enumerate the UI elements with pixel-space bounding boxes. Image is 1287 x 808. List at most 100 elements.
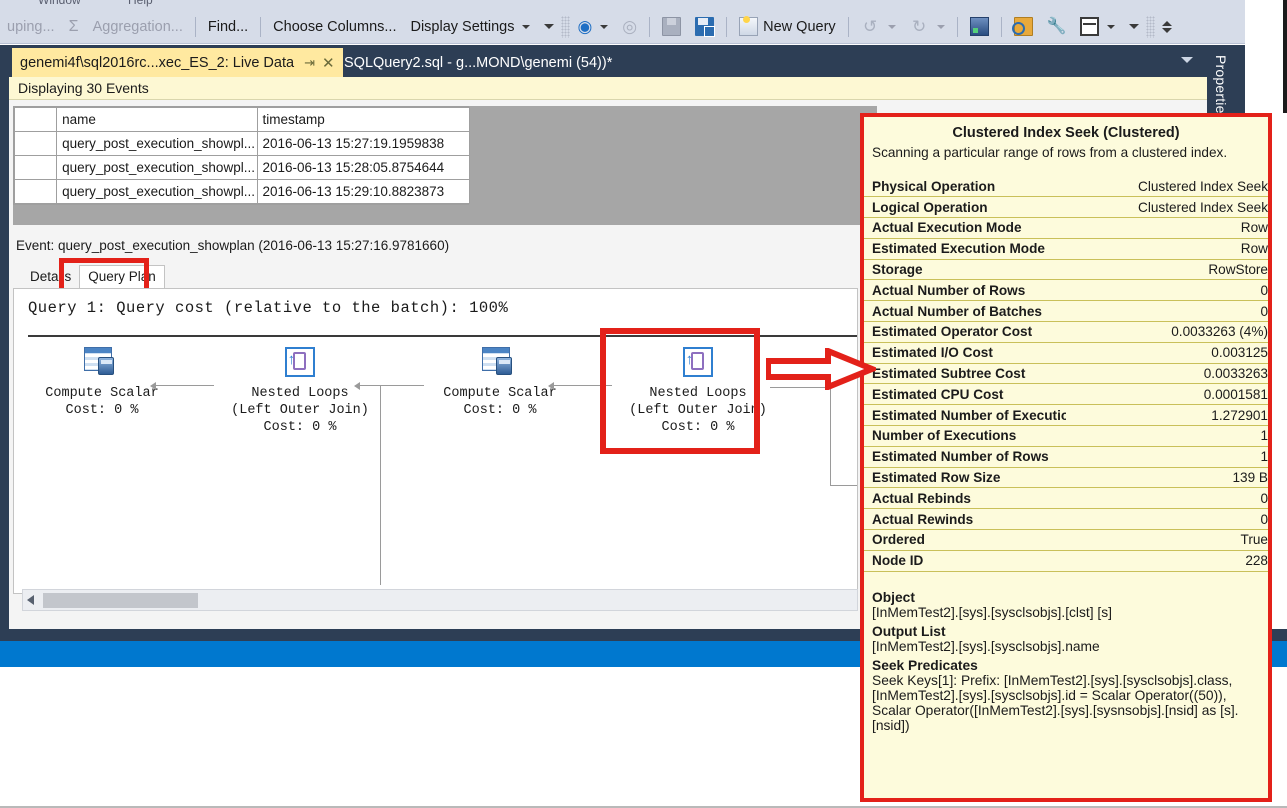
row-selector[interactable] [15,132,57,156]
chevron-down-icon [522,25,530,29]
tooltip-title: Clustered Index Seek (Clustered) [864,123,1268,144]
tooltip-property-row: Estimated Number of Rows1 [864,446,1268,467]
plan-connector-arrow [548,382,554,390]
toolbar-expand[interactable] [1155,21,1179,33]
plan-operator-compute-scalar-1[interactable]: Compute Scalar Cost: 0 % [22,347,182,419]
operator-cost: Cost: 0 % [210,419,390,436]
save-all-icon [695,17,714,36]
cell-name[interactable]: query_post_execution_showpl... [57,180,257,204]
new-query-button[interactable]: New Query [732,11,843,43]
tab-details[interactable]: Details [22,266,79,288]
property-key: Estimated Number of Rows [864,446,1066,467]
save-button[interactable] [655,17,688,36]
detail-tabs: Details Query Plan [22,262,165,288]
operator-subtitle: (Left Outer Join) [608,402,788,419]
new-query-label: New Query [763,11,836,43]
property-value: 0.0033263 (4%) [1066,322,1268,343]
tooltip-property-row: Node ID228 [864,550,1268,571]
overflow-icon-2 [1129,24,1139,29]
plan-operator-nested-loops-2[interactable]: ↑ Nested Loops (Left Outer Join) Cost: 0… [608,347,788,436]
tooltip-property-row: OrderedTrue [864,530,1268,551]
property-key: Estimated I/O Cost [864,342,1066,363]
events-grid[interactable]: name timestamp query_post_execution_show… [13,106,469,205]
show-plan-button[interactable] [963,17,996,36]
compute-scalar-icon [482,347,518,379]
table-row[interactable]: query_post_execution_showpl... 2016-06-1… [15,132,470,156]
cell-timestamp[interactable]: 2016-06-13 15:28:05.8754644 [257,156,469,180]
choose-columns-button[interactable]: Choose Columns... [266,11,403,43]
close-icon[interactable]: ✕ [322,54,335,72]
stop-button[interactable]: ◎ [615,17,644,36]
open-folder-button[interactable] [1007,17,1040,36]
tooltip-property-row: StorageRowStore [864,259,1268,280]
display-settings-button[interactable]: Display Settings [403,11,537,43]
aggregation-button[interactable]: Σ Aggregation... [62,11,190,43]
plan-connector [380,385,381,585]
table-row[interactable]: query_post_execution_showpl... 2016-06-1… [15,180,470,204]
plan-operator-nested-loops-1[interactable]: ↑ Nested Loops (Left Outer Join) Cost: 0… [210,347,390,436]
query-plan-canvas[interactable]: Query 1: Query cost (relative to the bat… [13,288,858,594]
menu-item-help[interactable]: Help [128,0,153,7]
property-key: Number of Executions [864,426,1066,447]
plan-connector [154,385,214,386]
toolbar-overflow[interactable] [537,24,561,29]
plan-operator-compute-scalar-2[interactable]: Compute Scalar Cost: 0 % [420,347,580,419]
back-button[interactable]: ◉ [570,17,615,36]
property-value: 228 [1066,550,1268,571]
property-key: Actual Number of Batches [864,301,1066,322]
stop-circle-icon: ◎ [622,17,637,36]
column-header-timestamp[interactable]: timestamp [257,108,469,132]
column-header-select[interactable] [15,108,57,132]
scroll-left-icon[interactable] [27,595,34,605]
back-circle-icon: ◉ [577,17,592,36]
toolbar-overflow-2[interactable] [1122,24,1146,29]
row-selector[interactable] [15,180,57,204]
cell-timestamp[interactable]: 2016-06-13 15:27:19.1959838 [257,132,469,156]
tooltip-property-row: Estimated Subtree Cost0.0033263 [864,363,1268,384]
cell-name[interactable]: query_post_execution_showpl... [57,132,257,156]
property-key: Actual Rebinds [864,488,1066,509]
save-icon [662,17,681,36]
property-value: Clustered Index Seek [1066,176,1268,197]
menu-item-window[interactable]: Window [38,0,81,7]
tab-sqlquery2[interactable]: SQLQuery2.sql - g...MOND\genemi (54))* [336,48,620,77]
toolbar-separator [260,17,261,37]
tab-live-data-label: genemi4f\sql2016rc...xec_ES_2: Live Data [20,55,294,71]
row-selector[interactable] [15,156,57,180]
property-value: Clustered Index Seek [1066,197,1268,218]
property-value: True [1066,530,1268,551]
plan-connector [358,385,424,386]
tab-live-data[interactable]: genemi4f\sql2016rc...xec_ES_2: Live Data… [12,48,343,77]
operator-name: Nested Loops [608,385,788,402]
tooltip-property-row: Estimated I/O Cost0.003125 [864,342,1268,363]
plan-horizontal-scrollbar[interactable] [22,589,858,611]
table-row[interactable]: query_post_execution_showpl... 2016-06-1… [15,156,470,180]
status-bar: Displaying 30 Events [9,77,1207,100]
grouping-button[interactable]: uping... [0,11,62,43]
scrollbar-thumb[interactable] [43,593,198,608]
tooltip-property-row: Actual Rebinds0 [864,488,1268,509]
tooltip-property-row: Estimated Row Size139 B [864,467,1268,488]
redo-button[interactable]: ↻ [903,17,952,36]
property-value: 1.272901 [1066,405,1268,426]
undo-button[interactable]: ↺ [854,17,903,36]
event-detail-header: Event: query_post_execution_showplan (20… [16,238,449,253]
window-grid-icon [1080,17,1099,36]
save-all-button[interactable] [688,17,721,36]
window-layout-button[interactable] [1073,17,1122,36]
tab-overflow-chevron-icon[interactable] [1181,57,1193,63]
toolbar-grip[interactable] [561,16,570,38]
cell-timestamp[interactable]: 2016-06-13 15:29:10.8823873 [257,180,469,204]
plan-divider [28,335,858,337]
chevron-down-icon [888,25,896,29]
property-value: 0.003125 [1066,342,1268,363]
find-button[interactable]: Find... [201,11,255,43]
toolbar-grip-2[interactable] [1146,16,1155,38]
cell-name[interactable]: query_post_execution_showpl... [57,156,257,180]
tab-query-plan[interactable]: Query Plan [79,265,165,288]
pin-icon[interactable]: ⇥ [304,55,315,71]
property-value: 139 B [1066,467,1268,488]
new-query-icon [739,17,758,36]
column-header-name[interactable]: name [57,108,257,132]
options-button[interactable]: 🔧 [1040,17,1073,36]
